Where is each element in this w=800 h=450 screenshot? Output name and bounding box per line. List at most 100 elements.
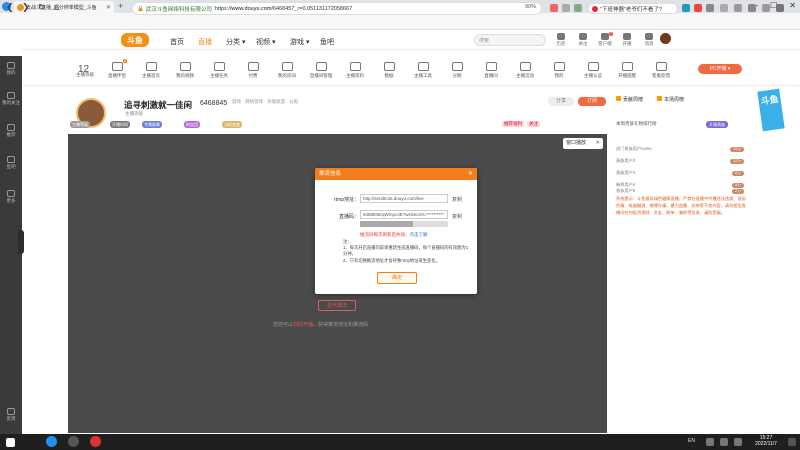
tag-heat[interactable]: 当前热度 [222, 121, 242, 128]
cat-item-tasks[interactable]: 主播任务 [204, 62, 234, 79]
share-button[interactable]: 分享 [548, 97, 574, 106]
confirm-button[interactable]: 确定 [377, 272, 417, 284]
nav-yuba[interactable]: 鱼吧 [320, 37, 334, 47]
open-noble-button[interactable]: 开通贵族 [706, 121, 728, 128]
cat-item-verify[interactable]: 主播认证 [578, 62, 608, 79]
volume-icon[interactable] [720, 438, 728, 446]
nav-game[interactable]: 游戏 ▾ [290, 37, 309, 47]
download-icon[interactable] [720, 4, 728, 12]
ime-indicator[interactable]: EN [688, 438, 695, 444]
reload-icon[interactable]: ↻ [38, 2, 46, 13]
douyu-logo[interactable]: 斗鱼 [121, 33, 149, 47]
star-icon[interactable] [562, 4, 570, 12]
close-icon[interactable]: ✕ [596, 138, 600, 149]
rtmp-copy-button[interactable]: 复制 [452, 196, 462, 203]
sidebar-item-feedback[interactable]: 反馈 [0, 408, 22, 422]
cat-item-companion[interactable]: 直播伴侣 6 [102, 59, 132, 79]
learn-more-link[interactable]: 点击了解 [410, 232, 428, 237]
screenshot-icon[interactable] [706, 4, 714, 12]
tab-week-contrib[interactable]: 贡献周榜 [616, 96, 643, 103]
follow-button[interactable]: 订阅 [578, 97, 606, 106]
welfare-button[interactable]: 推荐福利 [502, 121, 524, 127]
network-icon[interactable] [706, 438, 714, 446]
cat-item-home[interactable]: 主播首页 [136, 62, 166, 79]
browser-search-box[interactable]: "下班神器"老爷们不看了? [588, 3, 678, 14]
cat-item-videos[interactable]: 我的视频 [170, 62, 200, 79]
pc-broadcast-button[interactable]: PC开播 ▾ [698, 64, 742, 74]
new-tab-button[interactable]: + [118, 1, 123, 11]
record-icon[interactable] [694, 4, 702, 12]
zoom-level[interactable]: 90% [525, 4, 536, 10]
room-breadcrumb[interactable]: 游戏 · 网络游戏 · 英雄联盟 · 分类 [232, 99, 298, 105]
app-taskbar-icon[interactable] [90, 436, 101, 447]
cat-item-live-room[interactable]: 直播间 [476, 62, 506, 79]
sidebar-item-recommend[interactable]: 推荐 [0, 124, 22, 138]
tag-medal[interactable]: 专属勋章 [142, 121, 162, 128]
code-scrollbar[interactable] [360, 221, 448, 227]
nav-live[interactable]: 直播 [198, 37, 212, 47]
rtmp-field[interactable]: http://sendtc3a.douyu.com/live [360, 194, 448, 203]
list-item[interactable]: 虎门贵族用户name 15万 [616, 145, 744, 153]
cat-item-installment[interactable]: 分期 [442, 62, 472, 79]
browser-taskbar-icon[interactable] [46, 436, 57, 447]
list-item[interactable]: 贵族用户2 12万 [616, 157, 744, 165]
list-item[interactable]: 贵族用户5 2万 [616, 188, 744, 194]
back-arrow-icon[interactable]: ❮ [6, 2, 14, 13]
cat-item-feedback[interactable]: 客服反馈 [646, 62, 676, 79]
sidebar-item-mine[interactable]: 我的 [0, 62, 22, 76]
tag-level[interactable]: 主播等级 [70, 121, 90, 128]
cat-item-events[interactable]: 主播活动 [510, 62, 540, 79]
extension-icon[interactable] [550, 4, 558, 12]
nav-video[interactable]: 视频 ▾ [256, 37, 275, 47]
attention-button[interactable]: 关注 [527, 121, 540, 127]
home-icon[interactable]: ⌂ [54, 2, 59, 12]
undo-icon[interactable] [734, 4, 742, 12]
show-stream-button[interactable]: 显示推流 [318, 300, 356, 311]
cat-item-tools[interactable]: 主播工具 [408, 62, 438, 79]
cat-item-remind[interactable]: 开播提醒 [612, 62, 642, 79]
cat-item-room[interactable]: 我的房间 [272, 62, 302, 79]
obs-taskbar-icon[interactable] [68, 436, 79, 447]
scrollbar-thumb[interactable] [360, 221, 413, 227]
cat-item-my[interactable]: 我的 [544, 62, 574, 79]
window-play-button[interactable]: 窗口播放 ✕ [563, 138, 603, 149]
user-avatar[interactable] [660, 33, 671, 44]
sidebar-item-yuba[interactable]: 鱼吧 [0, 156, 22, 170]
tag-time[interactable]: 开播时间 [110, 121, 130, 128]
header-client[interactable]: 客户端 2 [596, 32, 614, 47]
sidebar-item-follow[interactable]: 我的关注 [0, 92, 22, 106]
nav-home[interactable]: 首页 [170, 37, 184, 47]
list-item[interactable]: 贵族用户3 8万 [616, 169, 744, 177]
translate-icon[interactable] [682, 4, 690, 12]
menu-icon[interactable] [776, 4, 784, 12]
cat-item-level[interactable]: 主播等级 [70, 72, 100, 78]
notification-icon[interactable] [788, 438, 796, 446]
tab-session-rank[interactable]: 本场周榜 [657, 96, 684, 103]
sidebar-item-more[interactable]: 更多 [0, 190, 22, 204]
cat-item-pay[interactable]: 付费 [238, 62, 268, 79]
site-search-input[interactable]: 搜索 [474, 34, 546, 46]
bookmark-icon[interactable] [748, 4, 756, 12]
cat-item-profile[interactable]: 主播资料 [340, 62, 370, 79]
code-copy-button[interactable]: 复制 [452, 213, 462, 220]
taskbar-clock[interactable]: 15:27 2022/11/7 [746, 435, 786, 447]
cat-item-room-manage[interactable]: 直播间管理 [306, 62, 336, 79]
url-bar[interactable]: 🔒 武汉斗鱼网络科技有限公司 https:// www.douyu.com /6… [132, 2, 542, 15]
nav-category[interactable]: 分类 ▾ [226, 37, 245, 47]
forward-arrow-icon[interactable]: ❯ [22, 2, 30, 13]
tray-icon[interactable] [734, 438, 742, 446]
share-icon[interactable] [574, 4, 582, 12]
close-window-button[interactable]: ✕ [789, 1, 796, 10]
header-follow[interactable]: 关注 [574, 33, 592, 47]
windows-start-icon[interactable] [6, 438, 15, 447]
cat-item-data[interactable]: 数据 [374, 62, 404, 79]
scan-link[interactable]: 扫码开播 [293, 322, 313, 328]
promo-banner[interactable]: 斗鱼 [757, 88, 785, 132]
header-message[interactable]: 消息 [640, 33, 658, 47]
header-history[interactable]: 历史 [552, 33, 570, 47]
history-icon[interactable] [762, 4, 770, 12]
code-field[interactable]: 6468845rqWmpc4E?wsSecret=********** [360, 210, 448, 219]
modal-close-icon[interactable]: ✕ [468, 168, 473, 180]
tab-close-icon[interactable]: ✕ [106, 4, 111, 11]
header-broadcast[interactable]: 开播 [618, 33, 636, 47]
